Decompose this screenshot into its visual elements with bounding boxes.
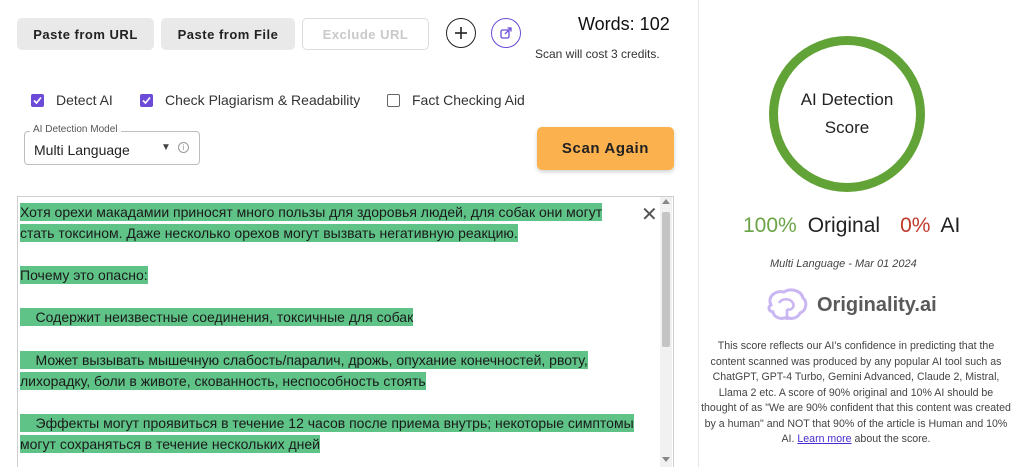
fact-check-option[interactable]: Fact Checking Aid: [387, 92, 525, 108]
scan-again-button[interactable]: Scan Again: [537, 127, 674, 170]
caret-down-icon[interactable]: ▼: [161, 142, 171, 153]
content-text-area[interactable]: Хотя орехи макадамии приносят много поль…: [17, 196, 674, 467]
text-line: Может вызывать мышечную слабость/паралич…: [20, 351, 588, 369]
scrollbar[interactable]: [660, 197, 672, 467]
detect-ai-checkbox[interactable]: [31, 93, 44, 107]
text-line: стать токсином. Даже несколько орехов мо…: [20, 224, 518, 242]
plus-icon: [455, 27, 467, 39]
info-icon[interactable]: i: [178, 142, 189, 153]
paragraph-3: Содержит неизвестные соединения, токсичн…: [20, 307, 414, 328]
paragraph-5: Эффекты могут проявиться в течение 12 ча…: [20, 413, 634, 455]
scroll-up-icon[interactable]: [662, 199, 670, 204]
paragraph-4: Может вызывать мышечную слабость/паралич…: [20, 350, 588, 392]
paste-from-url-button[interactable]: Paste from URL: [17, 18, 154, 50]
detect-ai-label: Detect AI: [56, 92, 113, 108]
paragraph-1: Хотя орехи макадамии приносят много поль…: [20, 202, 603, 244]
fact-check-checkbox[interactable]: [387, 93, 400, 107]
ai-percent: 0%: [900, 214, 931, 237]
text-line: Эффекты могут проявиться в течение 12 ча…: [20, 414, 634, 432]
explanation-text: This score reflects our AI's confidence …: [701, 340, 1011, 445]
plagiarism-label: Check Plagiarism & Readability: [165, 92, 361, 108]
originality-logo: Originality.ai: [765, 287, 937, 323]
model-select-value: Multi Language: [34, 142, 130, 158]
share-icon: [500, 27, 512, 39]
plagiarism-option[interactable]: Check Plagiarism & Readability: [140, 92, 360, 108]
score-ring: AI Detection Score: [769, 36, 925, 192]
detect-ai-option[interactable]: Detect AI: [31, 92, 113, 108]
paste-from-file-button[interactable]: Paste from File: [161, 18, 295, 50]
scan-cost: Scan will cost 3 credits.: [535, 47, 660, 61]
check-icon: [142, 96, 151, 104]
model-select-legend: AI Detection Model: [30, 124, 121, 135]
text-line: Содержит неизвестные соединения, токсичн…: [20, 308, 414, 326]
paragraph-2: Почему это опасно:: [20, 265, 148, 286]
score-result: 100% Original 0% AI: [743, 214, 960, 238]
add-button[interactable]: [446, 18, 476, 48]
scroll-thumb[interactable]: [662, 212, 670, 347]
text-line: лихорадку, боли в животе, скованность, н…: [20, 372, 426, 390]
scroll-down-icon[interactable]: [662, 457, 670, 462]
score-explanation: This score reflects our AI's confidence …: [700, 339, 1012, 448]
word-count: Words: 102: [578, 14, 670, 34]
ai-detection-model-select[interactable]: Multi Language ▼ i: [24, 131, 200, 165]
ai-label: AI: [940, 214, 961, 237]
close-icon[interactable]: ✕: [641, 205, 658, 225]
brain-icon: [767, 288, 808, 320]
share-button[interactable]: [491, 18, 521, 48]
editor-panel: Paste from URL Paste from File Exclude U…: [0, 0, 700, 467]
text-line: Почему это опасно:: [20, 266, 148, 284]
plagiarism-checkbox[interactable]: [140, 93, 153, 107]
fact-check-label: Fact Checking Aid: [412, 92, 525, 108]
exclude-url-button[interactable]: Exclude URL: [302, 18, 429, 50]
original-label: Original: [807, 214, 881, 237]
text-line: могут сохраняться в течение нескольких д…: [20, 435, 320, 453]
original-percent: 100%: [743, 214, 797, 237]
score-title: AI Detection Score: [800, 90, 894, 137]
text-line: Хотя орехи макадамии приносят много поль…: [20, 203, 603, 221]
brand-name: Originality.ai: [817, 293, 937, 316]
scan-meta: Multi Language - Mar 01 2024: [770, 258, 917, 270]
explanation-tail: about the score.: [854, 433, 931, 445]
learn-more-link[interactable]: Learn more: [797, 433, 851, 445]
check-icon: [33, 96, 42, 104]
